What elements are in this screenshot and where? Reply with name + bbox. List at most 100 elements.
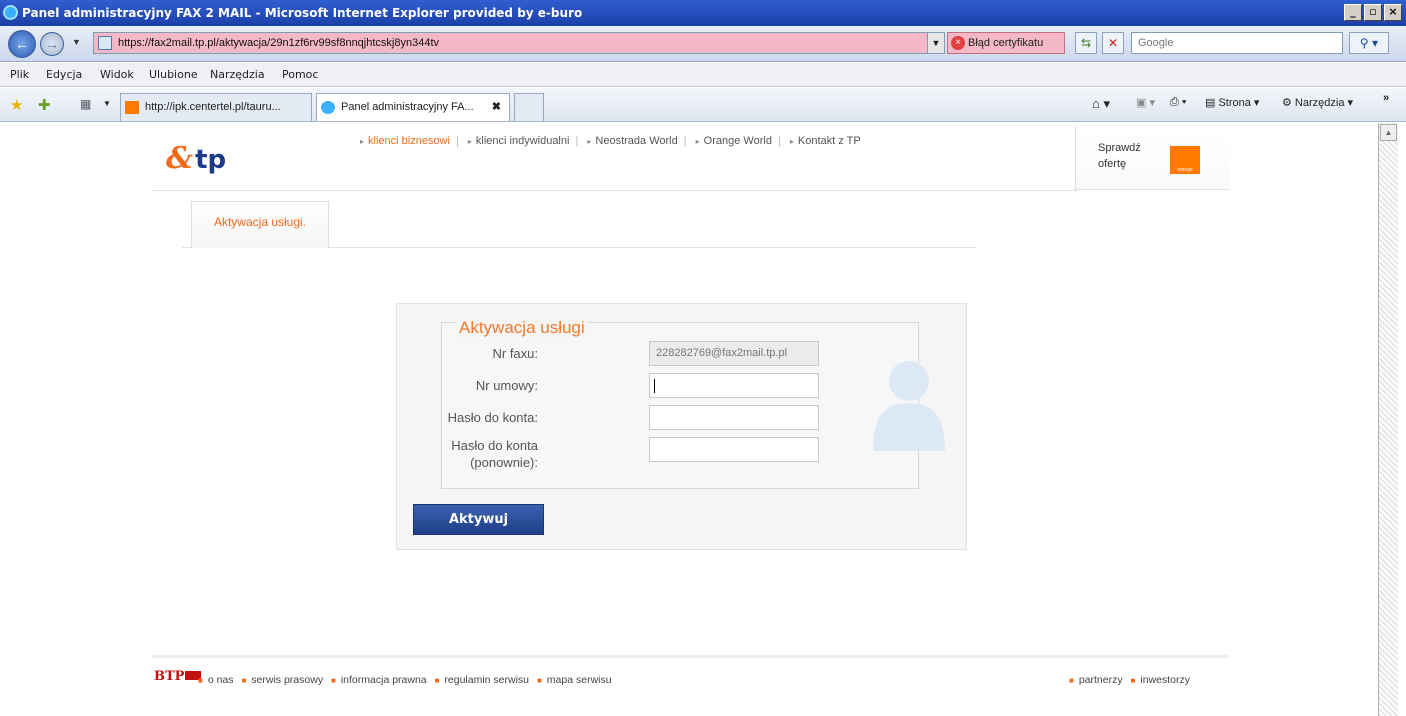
tab-label: Panel administracyjny FA... — [341, 101, 474, 113]
page-icon — [98, 36, 112, 50]
tools-menu-label: Narzędzia — [1294, 97, 1345, 109]
menu-edit[interactable]: Edycja — [46, 63, 82, 87]
nav-business[interactable]: klienci biznesowi — [368, 135, 450, 147]
nav-bullet-icon: ▸ — [587, 137, 592, 146]
nav-bullet-icon: ▸ — [360, 137, 365, 146]
fax-field: 228282769@fax2mail.tp.pl — [649, 341, 819, 366]
footer-bullet-icon: ■ — [241, 676, 247, 685]
nav-neostrada[interactable]: Neostrada World — [595, 135, 677, 147]
activation-panel: Nr faxu: 228282769@fax2mail.tp.pl Nr umo… — [396, 303, 967, 550]
password-repeat-input[interactable] — [649, 437, 819, 462]
footer-right-links: ■ partnerzy ■ inwestorzy — [1064, 674, 1190, 686]
menu-tools[interactable]: Narzędzia — [210, 63, 265, 87]
orange-logo-text: orange — [1177, 167, 1193, 173]
maximize-button[interactable]: ▫ — [1364, 4, 1382, 21]
tab-activation-label: Aktywacja usługi. — [213, 215, 307, 229]
address-dropdown-icon[interactable]: ▼ — [927, 33, 944, 53]
text-caret — [654, 379, 655, 393]
nav-individual[interactable]: klienci indywidualni — [476, 135, 570, 147]
menu-favorites[interactable]: Ulubione — [149, 63, 198, 87]
home-icon[interactable]: ⌂ ▾ — [1092, 96, 1110, 112]
offer-line2: ofertę — [1098, 158, 1127, 170]
nav-orange-world[interactable]: Orange World — [704, 135, 772, 147]
activation-fieldset: Nr faxu: 228282769@fax2mail.tp.pl Nr umo… — [441, 322, 945, 489]
footer-link-investors[interactable]: inwestorzy — [1140, 674, 1190, 686]
favorites-star-icon[interactable]: ★ — [10, 96, 23, 114]
page-menu[interactable]: ▤ Strona ▾ — [1205, 96, 1259, 109]
address-url: https://fax2mail.tp.pl/aktywacja/29n1zf6… — [118, 37, 440, 49]
tools-menu[interactable]: ⚙ Narzędzia ▾ — [1282, 96, 1353, 109]
menu-file[interactable]: Plik — [10, 63, 29, 87]
contract-label: Nr umowy: — [475, 378, 538, 393]
vertical-scrollbar[interactable]: ▲ — [1378, 123, 1398, 716]
certificate-error-icon: × — [951, 36, 965, 50]
password-input[interactable] — [649, 405, 819, 430]
footer-bullet-icon: ■ — [1130, 676, 1136, 685]
new-tab-button[interactable] — [514, 93, 544, 121]
scroll-up-icon[interactable]: ▲ — [1380, 124, 1397, 141]
quick-tabs-icon[interactable]: ▦ — [80, 97, 91, 111]
tab-list-dropdown-icon[interactable]: ▼ — [103, 99, 111, 108]
footer-link-press[interactable]: serwis prasowy — [251, 674, 323, 686]
footer-bullet-icon: ■ — [1069, 676, 1074, 685]
top-navigation: ▸ klienci biznesowi | ▸ klienci indywidualn… — [360, 135, 861, 147]
form-legend: Aktywacja usługi — [455, 318, 589, 338]
ie-logo-icon — [3, 5, 18, 20]
menu-help[interactable]: Pomoc — [282, 63, 318, 87]
nav-bullet-icon: ▸ — [467, 137, 472, 146]
history-dropdown-icon[interactable]: ▼ — [72, 37, 81, 47]
forward-button[interactable]: → — [40, 32, 64, 56]
footer-bullet-icon: ■ — [434, 676, 440, 685]
nav-contact[interactable]: Kontakt z TP — [798, 135, 861, 147]
nav-separator: | — [575, 135, 579, 147]
logo-text: tp — [195, 145, 227, 175]
toolbar-overflow-icon[interactable]: » — [1383, 92, 1389, 104]
minimize-button[interactable]: _ — [1344, 4, 1362, 21]
orange-logo[interactable]: orange — [1170, 146, 1200, 174]
tab-panel-admin[interactable]: Panel administracyjny FA... ✖ — [316, 93, 510, 121]
tp-logo-icon: & — [166, 141, 194, 176]
window-titlebar: Panel administracyjny FAX 2 MAIL - Micro… — [0, 0, 1406, 26]
address-toolbar: ← → ▼ https://fax2mail.tp.pl/aktywacja/2… — [0, 26, 1406, 62]
refresh-button[interactable]: ⇆ — [1075, 32, 1097, 54]
window-title: Panel administracyjny FAX 2 MAIL - Micro… — [22, 6, 583, 20]
tp-logo[interactable]: &tp — [166, 141, 226, 176]
page-content: &tp ▸ klienci biznesowi | ▸ klienci indywid… — [8, 123, 1376, 716]
search-input[interactable]: Google — [1131, 32, 1343, 54]
menu-bar: Plik Edycja Widok Ulubione Narzędzia Pom… — [0, 63, 1406, 87]
footer-divider — [152, 655, 1228, 658]
address-input[interactable]: https://fax2mail.tp.pl/aktywacja/29n1zf6… — [93, 32, 945, 54]
tab-activation[interactable]: Aktywacja usługi. — [191, 201, 329, 248]
search-button[interactable]: ⚲ ▾ — [1349, 32, 1389, 54]
footer-link-about[interactable]: o nas — [208, 674, 234, 686]
tab-centertel[interactable]: http://ipk.centertel.pl/tauru... — [120, 93, 312, 121]
menu-view[interactable]: Widok — [100, 63, 134, 87]
footer-link-terms[interactable]: regulamin serwisu — [444, 674, 529, 686]
nav-separator: | — [683, 135, 687, 147]
add-favorite-icon[interactable]: ✚ — [38, 96, 51, 114]
contract-number-input[interactable] — [649, 373, 819, 398]
close-button[interactable]: × — [1384, 4, 1402, 21]
stop-button[interactable]: ✕ — [1102, 32, 1124, 54]
footer-bullet-icon: ■ — [198, 676, 203, 685]
footer-link-legal[interactable]: informacja prawna — [341, 674, 427, 686]
tabs-bar: ★ ✚ ▦ ▼ http://ipk.centertel.pl/tauru...… — [0, 88, 1406, 122]
page-menu-label: Strona — [1218, 97, 1251, 109]
btp-logo-text: BTP — [154, 669, 185, 684]
offer-line1: Sprawdź — [1098, 142, 1141, 154]
back-button[interactable]: ← — [8, 30, 36, 58]
print-icon[interactable]: ⎙ ▾ — [1170, 96, 1186, 109]
footer-bullet-icon: ■ — [536, 676, 542, 685]
nav-bullet-icon: ▸ — [789, 137, 794, 146]
footer-link-sitemap[interactable]: mapa serwisu — [547, 674, 612, 686]
feeds-icon[interactable]: ▣ ▾ — [1136, 96, 1155, 109]
certificate-error-button[interactable]: × Błąd certyfikatu — [947, 32, 1065, 54]
tab-label: http://ipk.centertel.pl/tauru... — [145, 101, 281, 113]
close-tab-icon[interactable]: ✖ — [492, 94, 501, 120]
offer-box[interactable]: Sprawdź ofertę — [1075, 126, 1230, 190]
ie-favicon-icon — [321, 101, 335, 114]
nav-separator: | — [455, 135, 459, 147]
footer-link-partners[interactable]: partnerzy — [1079, 674, 1123, 686]
activate-button[interactable]: Aktywuj — [413, 504, 544, 535]
user-avatar-icon — [873, 361, 945, 451]
